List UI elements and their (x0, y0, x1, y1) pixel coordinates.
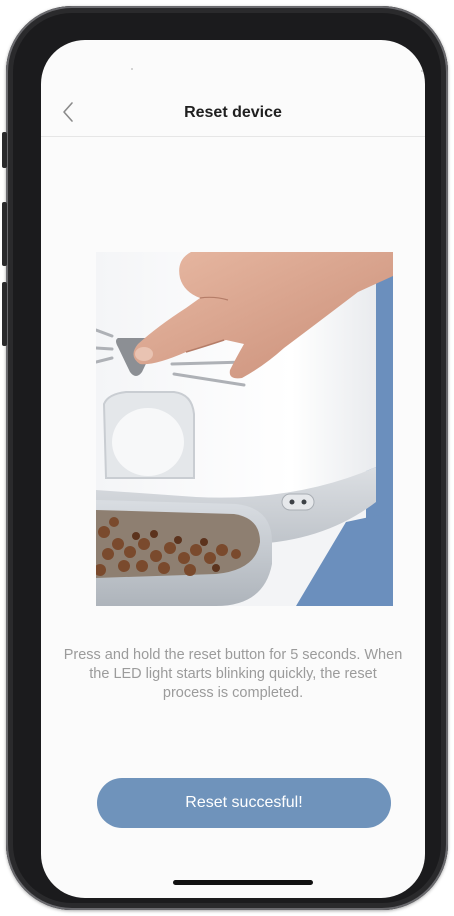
status-bar-dot (131, 68, 133, 70)
phone-frame: Reset device Press and hold the reset bu… (2, 6, 448, 910)
app-screen: Reset device Press and hold the reset bu… (41, 40, 425, 898)
volume-down-button (2, 282, 7, 346)
reset-instructions-text: Press and hold the reset button for 5 se… (63, 647, 403, 701)
reset-successful-button[interactable]: Reset succesful! (97, 778, 391, 828)
home-indicator[interactable] (173, 880, 313, 885)
page-title: Reset device (184, 104, 282, 121)
status-bar-dot (421, 70, 423, 72)
silent-switch (2, 132, 7, 168)
volume-up-button (2, 202, 7, 266)
reset-instruction-image (94, 252, 394, 606)
nav-bar: Reset device (41, 94, 425, 137)
